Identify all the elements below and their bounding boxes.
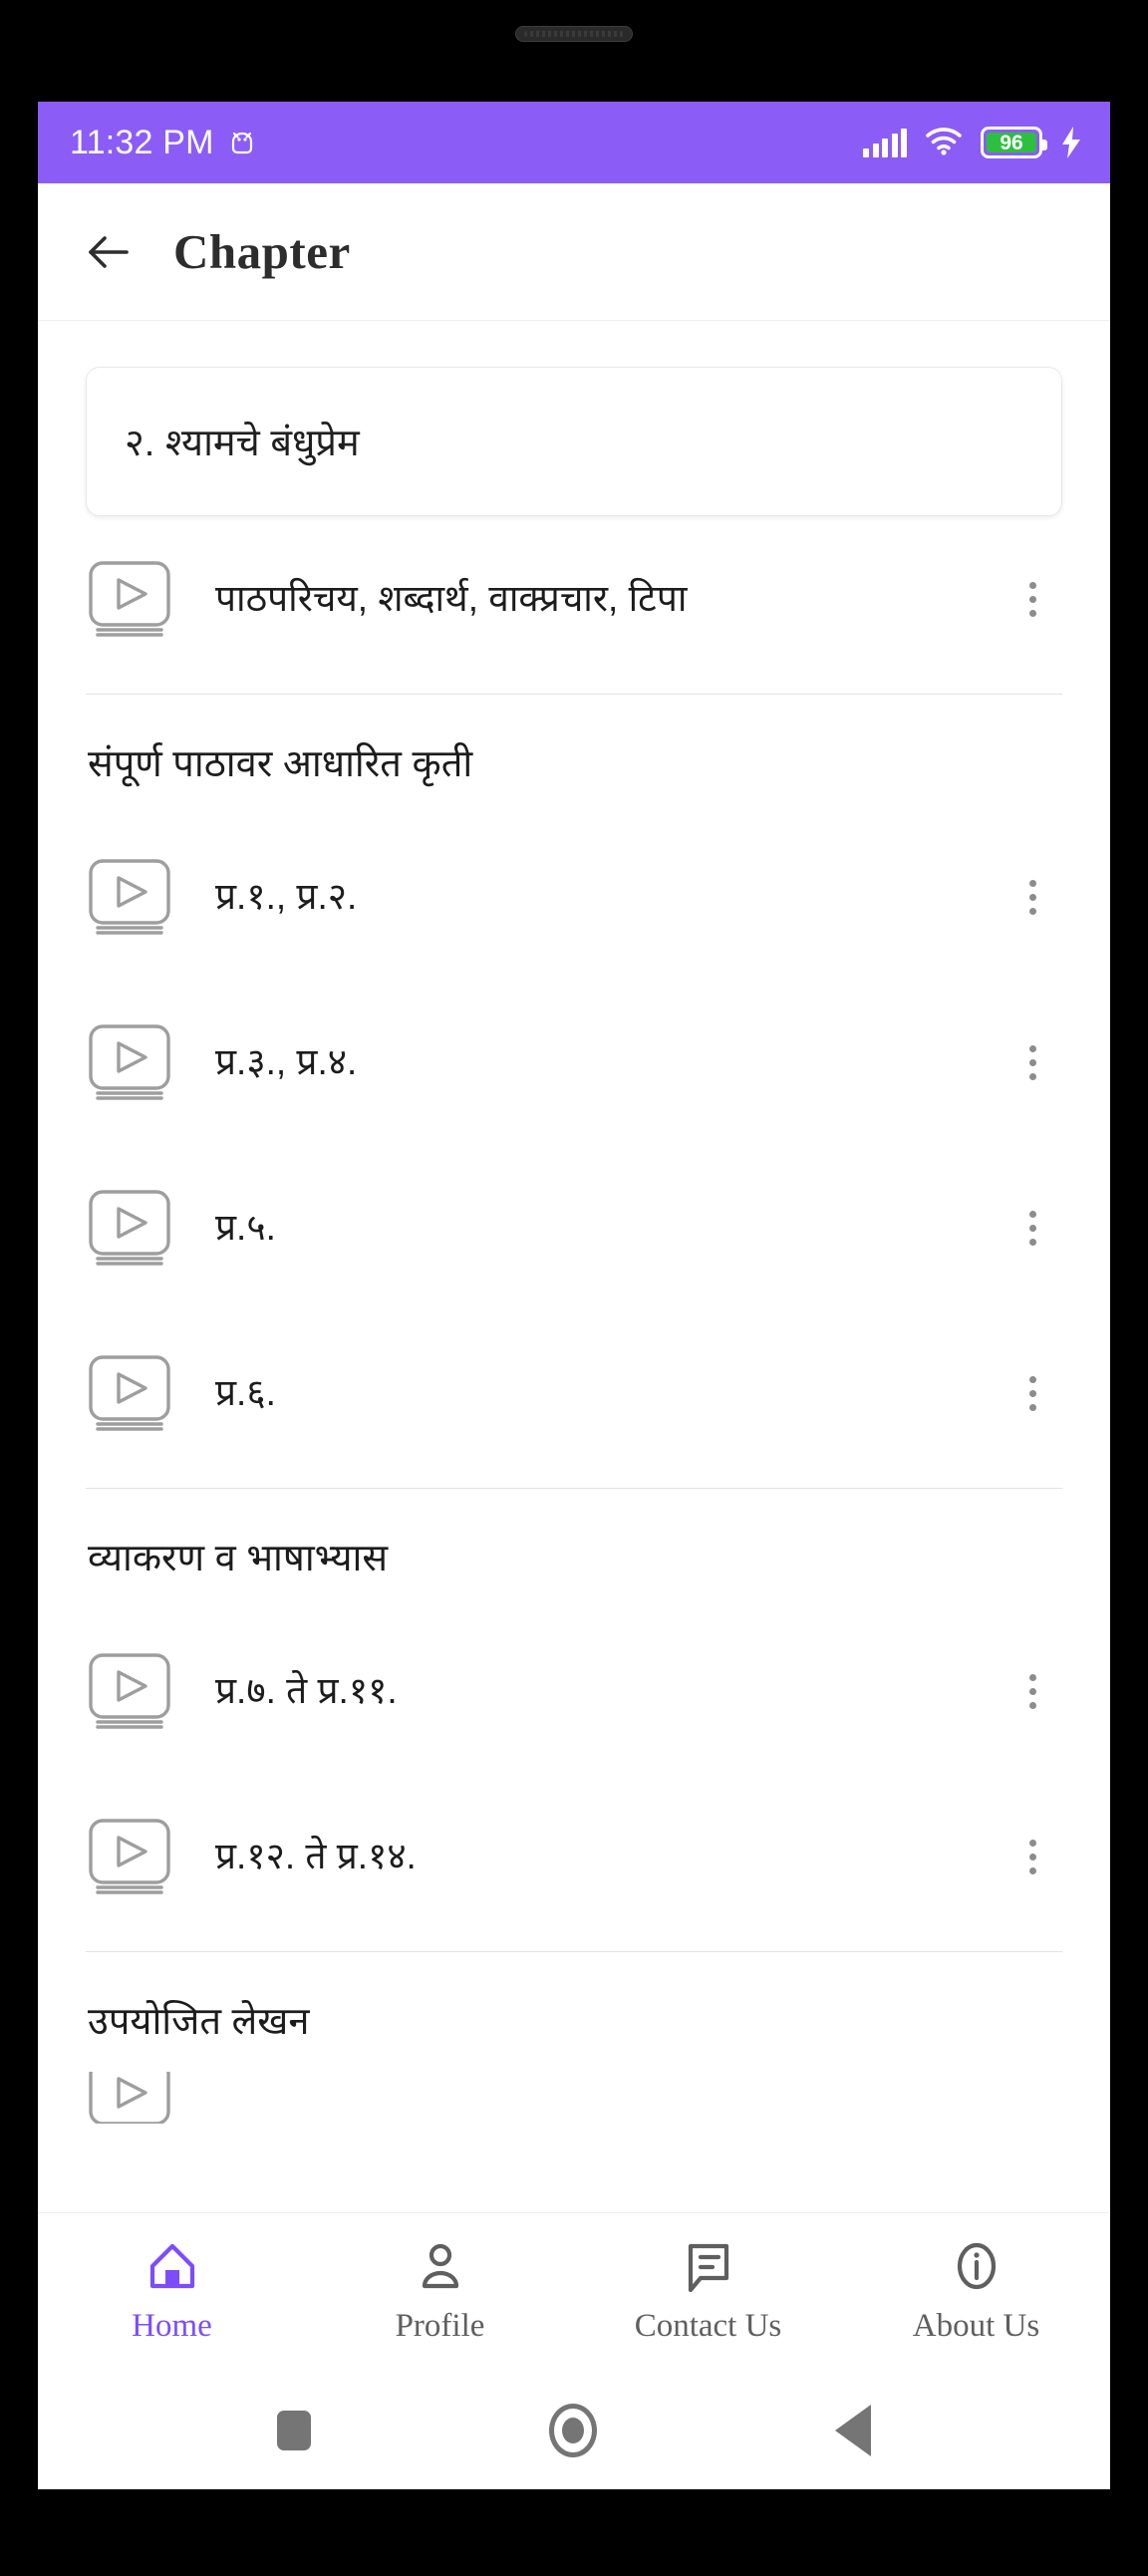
chat-bubble-icon — [683, 2240, 734, 2293]
video-play-icon — [88, 1818, 183, 1895]
chapter-title-card[interactable]: २. श्यामचे बंधुप्रेम — [86, 367, 1062, 516]
status-time: 11:32 PM — [70, 123, 214, 161]
kebab-menu-icon[interactable] — [1010, 571, 1054, 627]
video-play-icon — [88, 1652, 183, 1730]
nav-label-contact-us: Contact Us — [634, 2308, 782, 2344]
signal-bars-icon — [863, 128, 907, 157]
video-play-icon — [88, 1023, 183, 1101]
nav-item-profile[interactable]: Profile — [306, 2213, 574, 2372]
kebab-menu-icon[interactable] — [1010, 1365, 1054, 1421]
list-item-label: प्र.१., प्र.२. — [215, 875, 358, 917]
kebab-menu-icon[interactable] — [1010, 869, 1054, 925]
section-heading: व्याकरण व भाषाभ्यास — [88, 1538, 389, 1579]
app-bar: Chapter — [38, 183, 1110, 321]
square-recents-icon[interactable] — [276, 2411, 311, 2450]
battery-percent: 96 — [1000, 131, 1023, 154]
kebab-menu-icon[interactable] — [1010, 1200, 1054, 1256]
bottom-navigation-bar: Home Profile Contact Us About Us — [38, 2212, 1110, 2372]
status-bar-right: 96 — [863, 126, 1082, 160]
list-item[interactable]: प्र.३., प्र.४. — [86, 980, 1062, 1145]
device-frame: 11:32 PM 96 Chapter २. श्यामचे बंधुप्रेम… — [0, 0, 1148, 2576]
triangle-back-icon[interactable] — [835, 2405, 872, 2456]
kebab-menu-icon[interactable] — [1010, 1663, 1054, 1719]
list-item-label: पाठपरिचय, शब्दार्थ, वाक्प्रचार, टिपा — [215, 577, 688, 619]
video-play-icon — [88, 1354, 183, 1432]
android-system-nav — [38, 2372, 1110, 2489]
list-item-label: प्र.३., प्र.४. — [215, 1040, 358, 1082]
back-arrow-icon[interactable] — [86, 229, 132, 275]
list-item-label: प्र.७. ते प्र.११. — [215, 1669, 398, 1711]
wifi-icon — [925, 126, 963, 160]
person-icon — [415, 2240, 466, 2292]
camera-notch — [515, 26, 633, 42]
video-play-icon — [88, 2072, 183, 2124]
nav-item-about-us[interactable]: About Us — [842, 2213, 1110, 2372]
section-heading: संपूर्ण पाठावर आधारित कृती — [88, 743, 473, 785]
home-icon — [146, 2240, 198, 2292]
nav-label-profile: Profile — [395, 2308, 485, 2344]
list-item-label: प्र.६. — [215, 1371, 276, 1413]
list-item[interactable]: प्र.५. — [86, 1145, 1062, 1310]
chapter-content-scroll[interactable]: २. श्यामचे बंधुप्रेम पाठपरिचय, शब्दार्थ,… — [38, 321, 1110, 2212]
video-play-icon — [88, 560, 183, 638]
nav-label-home: Home — [132, 2308, 212, 2344]
list-item-label: प्र.१२. ते प्र.१४. — [215, 1835, 417, 1876]
info-circle-icon — [951, 2240, 1003, 2292]
nav-label-about-us: About Us — [912, 2308, 1040, 2344]
status-bar: 11:32 PM 96 — [38, 102, 1110, 183]
status-bar-left: 11:32 PM — [70, 124, 256, 162]
nav-item-home[interactable]: Home — [38, 2213, 306, 2372]
charging-bolt-icon — [1060, 127, 1082, 158]
phone-screen: 11:32 PM 96 Chapter २. श्यामचे बंधुप्रेम… — [38, 102, 1110, 2489]
list-item[interactable]: प्र.१२. ते प्र.१४. — [86, 1774, 1062, 1939]
section-heading: उपयोजित लेखन — [88, 2001, 310, 2043]
chapter-title: २. श्यामचे बंधुप्रेम — [125, 423, 360, 464]
video-play-icon — [88, 1189, 183, 1267]
circle-home-icon[interactable] — [548, 2404, 597, 2457]
nav-item-contact-us[interactable]: Contact Us — [574, 2213, 842, 2372]
android-head-icon — [228, 130, 256, 155]
kebab-menu-icon[interactable] — [1010, 1034, 1054, 1090]
page-title: Chapter — [173, 224, 351, 279]
list-item[interactable] — [86, 2072, 1062, 2124]
list-item[interactable]: प्र.७. ते प्र.११. — [86, 1608, 1062, 1774]
list-item[interactable]: पाठपरिचय, शब्दार्थ, वाक्प्रचार, टिपा — [86, 516, 1062, 682]
video-play-icon — [88, 858, 183, 936]
kebab-menu-icon[interactable] — [1010, 1829, 1054, 1884]
list-item[interactable]: प्र.६. — [86, 1310, 1062, 1476]
list-item-label: प्र.५. — [215, 1206, 276, 1248]
list-item[interactable]: प्र.१., प्र.२. — [86, 814, 1062, 980]
battery-icon: 96 — [981, 127, 1047, 158]
